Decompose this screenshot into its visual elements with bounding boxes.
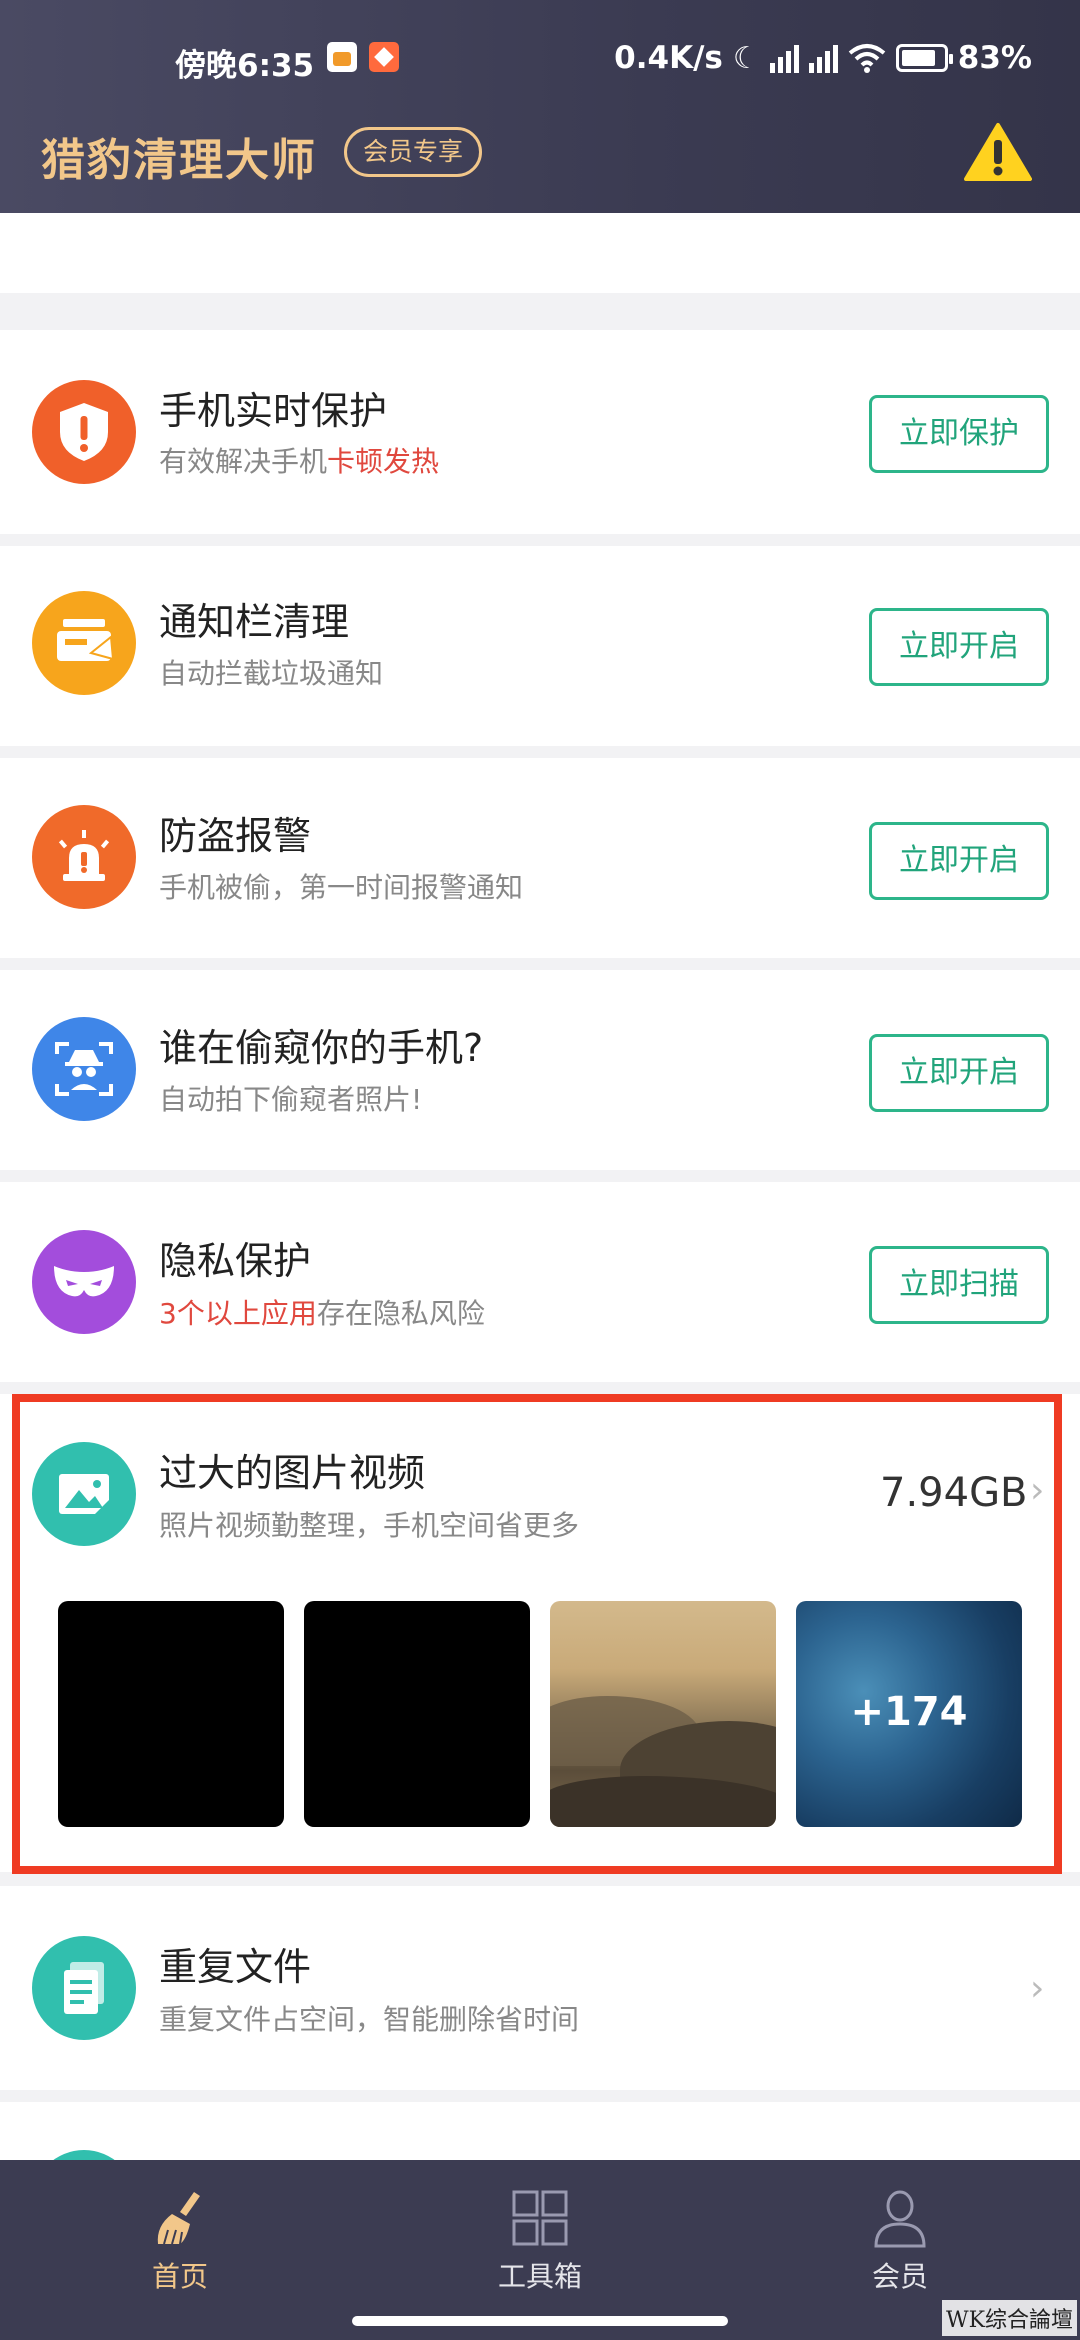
document-icon <box>32 1936 136 2040</box>
card-anti-theft[interactable]: 防盗报警 手机被偷，第一时间报警通知 立即开启 <box>0 758 1080 958</box>
banner-area <box>0 213 1080 293</box>
card-title: 重复文件 <box>159 1945 312 1989</box>
broom-icon <box>157 2192 200 2245</box>
nav-toolbox[interactable]: 工具箱 <box>440 2160 640 2340</box>
chevron-right-icon[interactable]: › <box>1030 1968 1044 2009</box>
nav-label: 会员 <box>871 2260 928 2293</box>
card-title: 隐私保护 <box>159 1239 312 1283</box>
card-subtitle: 手机被偷，第一时间报警通知 <box>159 871 524 904</box>
card-duplicate-files[interactable]: 重复文件 重复文件占空间，智能删除省时间 › <box>0 1886 1080 2090</box>
vip-badge[interactable]: 会员专享 <box>344 127 483 177</box>
bottom-nav: 首页 工具箱 会员 <box>0 2160 1080 2340</box>
battery-level: 83% <box>957 40 1032 76</box>
battery-icon <box>895 44 953 72</box>
network-speed: 0.4K/s <box>614 40 723 76</box>
notification-app-icon <box>327 42 357 72</box>
signal-icon-2 <box>808 43 838 73</box>
wifi-icon <box>848 44 886 73</box>
card-next-partial[interactable] <box>0 2102 1080 2254</box>
card-title: 通知栏清理 <box>159 600 350 644</box>
protect-now-button[interactable]: 立即保护 <box>869 395 1049 473</box>
card-phone-protection[interactable]: 手机实时保护 有效解决手机卡顿发热 立即保护 <box>0 330 1080 534</box>
highlight-box <box>12 1394 1062 1874</box>
home-indicator[interactable] <box>352 2316 728 2326</box>
grid-icon <box>512 2190 568 2246</box>
notification-clean-icon <box>32 591 136 695</box>
card-title: 防盗报警 <box>159 814 312 858</box>
scan-privacy-button[interactable]: 立即扫描 <box>869 1246 1049 1324</box>
enable-notification-clean-button[interactable]: 立即开启 <box>869 608 1049 686</box>
spy-scan-icon <box>32 1017 136 1121</box>
shield-alert-icon <box>32 380 136 484</box>
card-notification-clean[interactable]: 通知栏清理 自动拦截垃圾通知 立即开启 <box>0 546 1080 746</box>
card-subtitle: 有效解决手机卡顿发热 <box>159 445 440 478</box>
watermark: WK综合論壇 <box>942 2300 1078 2336</box>
person-icon <box>874 2190 926 2248</box>
warning-triangle-icon[interactable] <box>964 122 1032 182</box>
enable-peeper-capture-button[interactable]: 立即开启 <box>869 1034 1049 1112</box>
card-title: 谁在偷窥你的手机? <box>159 1026 484 1070</box>
signal-icon <box>769 43 799 73</box>
status-time: 傍晚6:35 <box>175 48 315 84</box>
nav-label: 首页 <box>151 2260 208 2293</box>
card-subtitle: 重复文件占空间，智能删除省时间 <box>159 2003 580 2036</box>
notification-app-icon-2 <box>369 42 399 72</box>
card-subtitle: 3个以上应用存在隐私风险 <box>159 1297 485 1330</box>
alarm-siren-icon <box>32 805 136 909</box>
mask-icon <box>32 1230 136 1334</box>
enable-anti-theft-button[interactable]: 立即开启 <box>869 822 1049 900</box>
card-subtitle: 自动拦截垃圾通知 <box>159 657 384 690</box>
card-subtitle: 自动拍下偷窥者照片! <box>159 1083 423 1116</box>
card-peeper-capture[interactable]: 谁在偷窥你的手机? 自动拍下偷窥者照片! 立即开启 <box>0 970 1080 1170</box>
status-bar: 傍晚6:35 0.4K/s ☾ 83% <box>0 0 1080 118</box>
card-title: 手机实时保护 <box>159 389 388 433</box>
nav-label: 工具箱 <box>497 2260 582 2293</box>
nav-home[interactable]: 首页 <box>80 2160 280 2340</box>
card-privacy-protection[interactable]: 隐私保护 3个以上应用存在隐私风险 立即扫描 <box>0 1182 1080 1382</box>
moon-icon: ☾ <box>732 40 760 76</box>
app-title: 猎豹清理大师 <box>41 135 317 186</box>
app-header: 傍晚6:35 0.4K/s ☾ 83% 猎豹清理大师 会员专享 <box>0 0 1080 213</box>
